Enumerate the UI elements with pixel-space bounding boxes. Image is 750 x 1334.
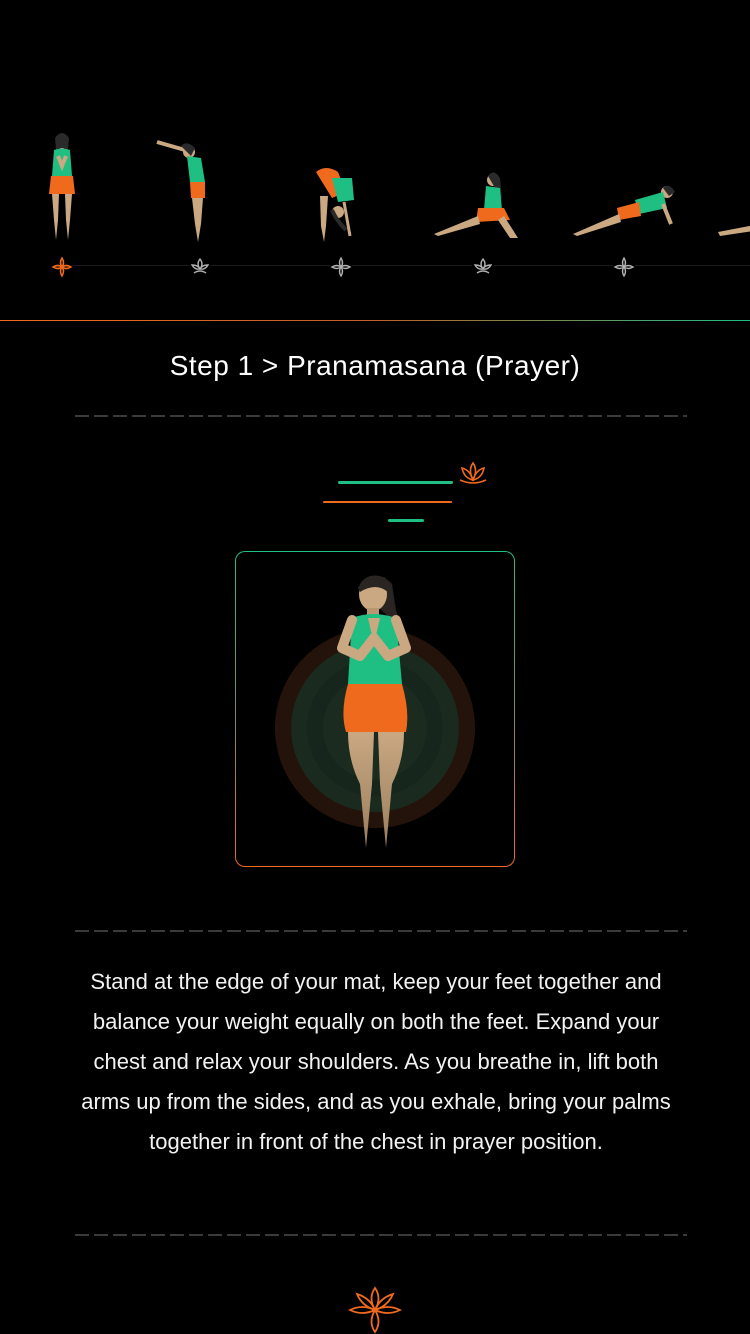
pose-item-salute[interactable]: [700, 120, 750, 280]
deco-line-green-top: [338, 481, 453, 484]
lotus-icon: [459, 461, 487, 484]
pose-illustration-frame: [235, 551, 515, 867]
dashed-divider-bottom: [75, 1234, 687, 1236]
salute-pose-thumbnail: [718, 225, 750, 236]
lotus-outline-icon: [189, 256, 211, 278]
pose-carousel[interactable]: [0, 0, 750, 320]
pose-description: Stand at the edge of your mat, keep your…: [81, 969, 671, 1154]
hand-to-foot-pose-thumbnail: [316, 168, 354, 242]
prayer-pose-thumbnail: [49, 133, 75, 240]
prayer-pose-illustration: [275, 575, 475, 848]
deco-line-orange: [323, 501, 452, 503]
stick-pose-thumbnail: [573, 185, 675, 236]
deco-line-green-short: [388, 519, 424, 522]
pose-item-hand-to-foot[interactable]: [276, 120, 406, 280]
step-title: Step 1 > Pranamasana (Prayer): [169, 350, 581, 381]
pose-item-equestrian[interactable]: [418, 120, 548, 280]
raised-arms-pose-thumbnail: [156, 140, 205, 242]
carousel-divider: [0, 320, 750, 321]
lotus-outline-icon: [613, 256, 635, 278]
pose-item-raised-arms[interactable]: [135, 120, 265, 280]
pose-item-prayer[interactable]: [0, 120, 127, 280]
lotus-flower-icon: [348, 1286, 402, 1334]
dashed-divider-top: [75, 415, 687, 417]
lotus-orange-icon: [51, 256, 73, 278]
pose-item-stick[interactable]: [559, 120, 689, 280]
equestrian-pose-thumbnail: [434, 172, 518, 238]
lotus-outline-icon: [472, 256, 494, 278]
lotus-outline-icon: [330, 256, 352, 278]
dashed-divider-middle: [75, 930, 687, 932]
